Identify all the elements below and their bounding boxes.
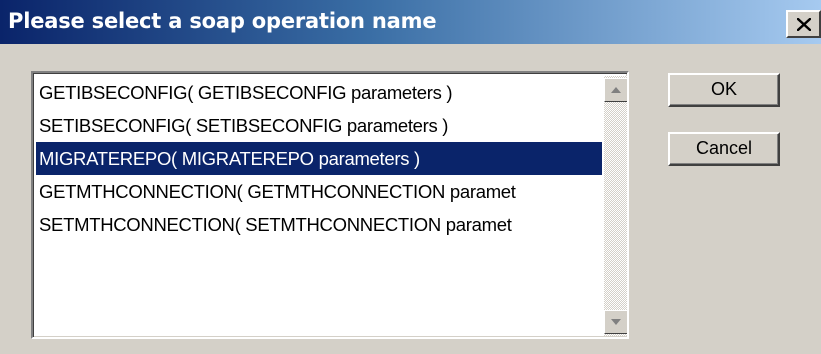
list-item[interactable]: SETIBSECONFIG( SETIBSECONFIG parameters … (36, 109, 602, 142)
list-item[interactable]: GETIBSECONFIG( GETIBSECONFIG parameters … (36, 76, 602, 109)
scroll-up-button[interactable] (604, 78, 627, 102)
close-button[interactable] (786, 10, 821, 38)
list-item[interactable]: GETMTHCONNECTION( GETMTHCONNECTION param… (36, 175, 602, 208)
list-item[interactable]: SETMTHCONNECTION( SETMTHCONNECTION param… (36, 208, 602, 241)
cancel-button[interactable]: Cancel (668, 132, 780, 166)
list-item-selected[interactable]: MIGRATEREPO( MIGRATEREPO parameters ) (36, 142, 602, 175)
triangle-down-icon (611, 319, 621, 325)
ok-button[interactable]: OK (668, 73, 780, 107)
title-bar[interactable]: Please select a soap operation name (0, 0, 821, 44)
window-title: Please select a soap operation name (8, 9, 437, 33)
scroll-down-button[interactable] (604, 310, 627, 334)
close-icon (796, 17, 811, 31)
operation-listbox[interactable]: GETIBSECONFIG( GETIBSECONFIG parameters … (31, 71, 629, 339)
vertical-scrollbar[interactable] (604, 76, 627, 336)
operation-list: GETIBSECONFIG( GETIBSECONFIG parameters … (36, 76, 602, 241)
triangle-up-icon (611, 87, 621, 93)
